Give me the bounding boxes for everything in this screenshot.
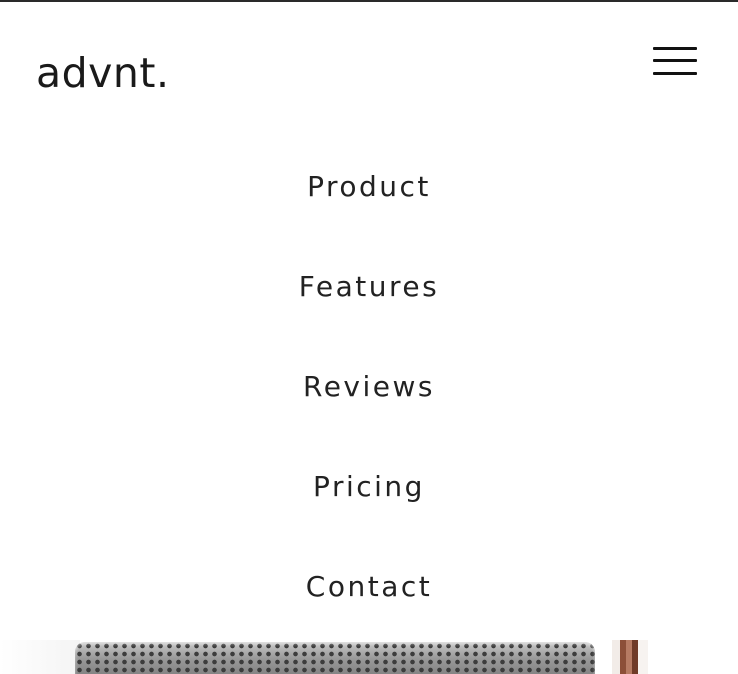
brand-logo[interactable]: advnt. (36, 49, 170, 97)
site-header: advnt. (0, 2, 738, 112)
hamburger-bar-bottom (653, 72, 697, 75)
hamburger-menu-icon[interactable] (653, 47, 697, 79)
nav-item-product[interactable]: Product (0, 158, 738, 258)
hamburger-bar-top (653, 47, 697, 50)
hamburger-bar-middle (653, 59, 697, 62)
nav-item-reviews[interactable]: Reviews (0, 358, 738, 458)
nav-item-features[interactable]: Features (0, 258, 738, 358)
main-navigation-menu: Product Features Reviews Pricing Contact (0, 158, 738, 658)
leather-strap-image (612, 640, 648, 674)
image-shadow (0, 640, 80, 674)
speaker-grille-image (75, 642, 595, 674)
hero-product-image (0, 640, 738, 674)
nav-item-pricing[interactable]: Pricing (0, 458, 738, 558)
